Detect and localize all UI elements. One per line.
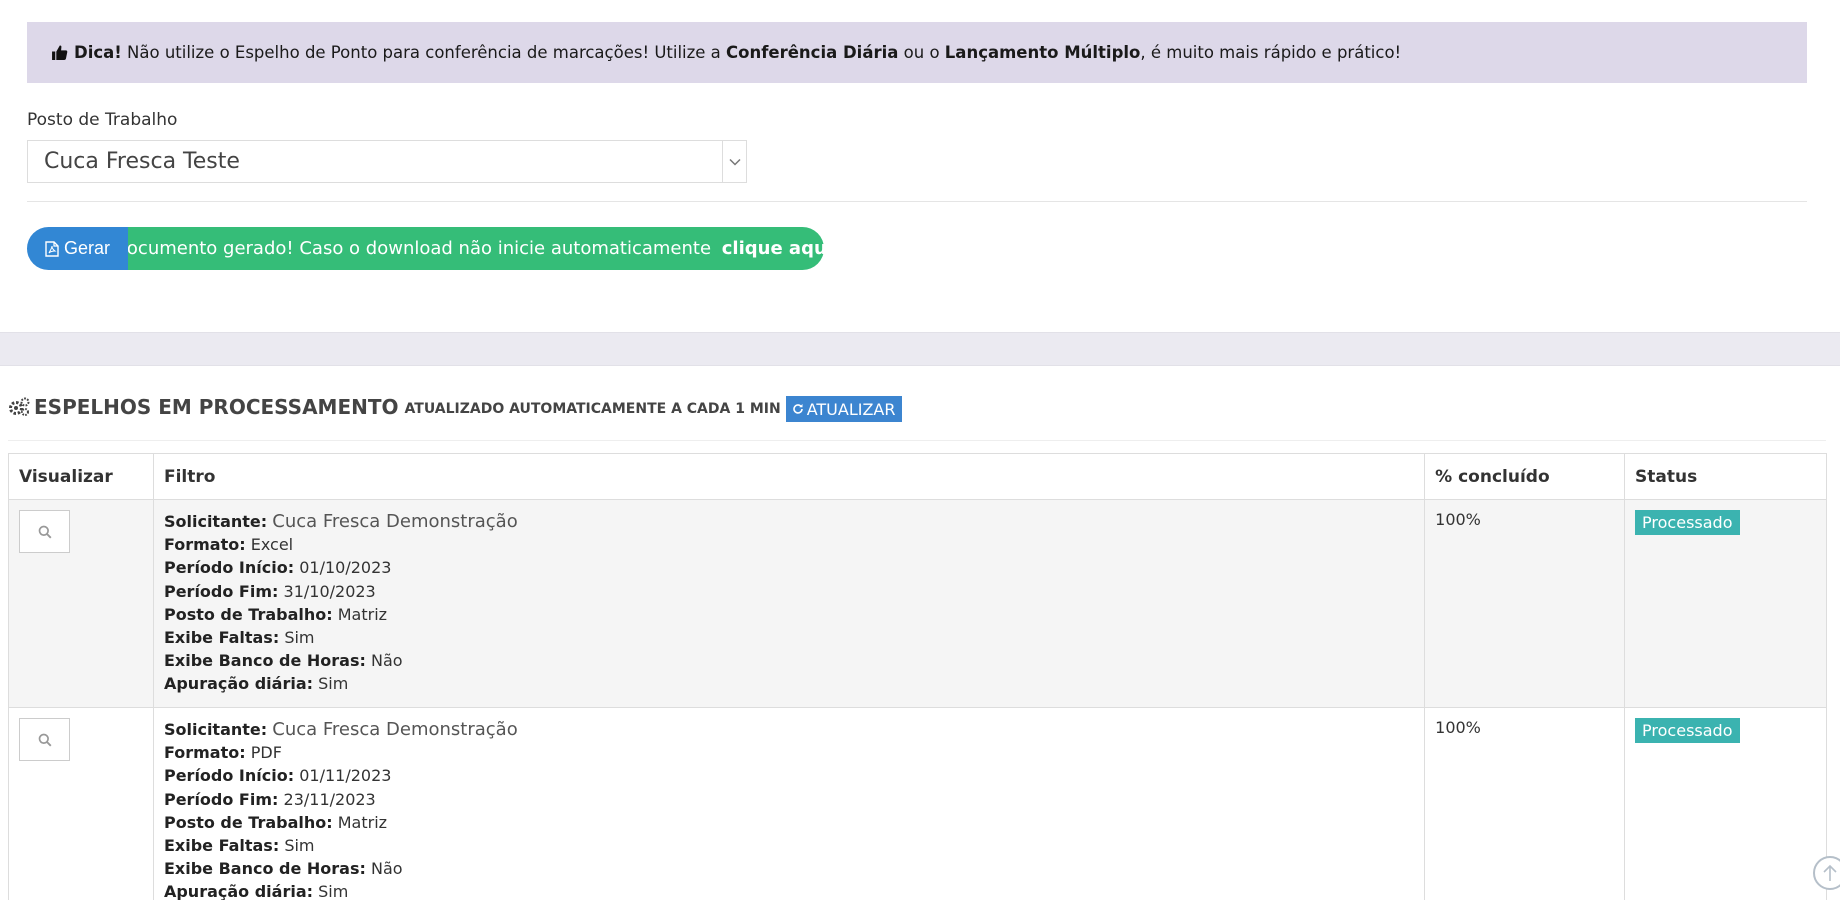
filter-periodo-inicio: Período Início: 01/10/2023 (163, 558, 392, 578)
refresh-icon (792, 404, 803, 414)
processing-table: Visualizar Filtro % concluído Status Sol… (8, 453, 1827, 900)
filter-periodo-fim: Período Fim: 31/10/2023 (163, 581, 376, 601)
tip-text-1: Não utilize o Espelho de Ponto para conf… (121, 43, 727, 62)
filter-apuracao: Apuração diária: Sim (163, 674, 349, 694)
section-separator (0, 332, 1840, 366)
table-header-row: Visualizar Filtro % concluído Status (8, 453, 1827, 500)
tip-text-2: ou o (898, 43, 945, 62)
filter-formato: Formato: Excel (163, 535, 294, 555)
processing-title: ESPELHOS EM PROCESSAMENTO (34, 395, 399, 419)
filter-periodo-inicio: Período Início: 01/11/2023 (163, 766, 392, 786)
filter-solicitante: Solicitante: Cuca Fresca Demonstração (163, 719, 518, 740)
view-button[interactable] (19, 510, 70, 553)
gerar-label: Gerar (63, 238, 110, 258)
divider (27, 201, 1807, 202)
tip-text-3: , é muito mais rápido e prático! (1140, 43, 1402, 62)
tip-label: Dica! (74, 43, 122, 62)
status-cell: Processado (1624, 707, 1827, 900)
tip-banner: Dica! Não utilize o Espelho de Ponto par… (27, 22, 1807, 83)
atualizar-button[interactable]: ATUALIZAR (785, 396, 902, 422)
file-pdf-icon (45, 240, 59, 257)
filter-exibe-banco: Exibe Banco de Horas: Não (163, 651, 403, 671)
atualizar-label: ATUALIZAR (806, 399, 896, 419)
arrow-up-icon (1823, 864, 1837, 881)
search-icon (38, 525, 51, 538)
filter-posto: Posto de Trabalho: Matriz (163, 604, 388, 624)
status-badge: Processado (1635, 718, 1740, 743)
filter-cell: Solicitante: Cuca Fresca Demonstração Fo… (152, 499, 1426, 708)
scroll-top-button[interactable] (1813, 856, 1840, 890)
filter-solicitante: Solicitante: Cuca Fresca Demonstração (163, 511, 518, 532)
view-cell (8, 707, 154, 900)
gears-icon (9, 397, 30, 416)
filter-formato: Formato: PDF (163, 743, 282, 763)
percent-cell: 100% (1424, 499, 1626, 708)
filter-apuracao: Apuração diária: Sim (163, 882, 349, 900)
filter-periodo-fim: Período Fim: 23/11/2023 (163, 789, 376, 809)
status-badge: Processado (1635, 510, 1740, 535)
filter-exibe-banco: Exibe Banco de Horas: Não (163, 859, 403, 879)
column-header-visualizar: Visualizar (8, 453, 154, 500)
status-cell: Processado (1624, 499, 1827, 708)
processing-subtitle: ATUALIZADO AUTOMATICAMENTE A CADA 1 MIN (404, 401, 781, 417)
search-icon (38, 733, 51, 746)
column-header-concluido: % concluído (1424, 453, 1626, 500)
filter-cell: Solicitante: Cuca Fresca Demonstração Fo… (152, 707, 1426, 900)
column-header-status: Status (1624, 453, 1827, 500)
table-row: Solicitante: Cuca Fresca Demonstração Fo… (8, 707, 1827, 900)
posto-label: Posto de Trabalho (27, 110, 178, 130)
tip-link-conferencia: Conferência Diária (726, 43, 899, 62)
thumbs-up-icon (52, 45, 68, 60)
download-text: Documento gerado! Caso o download não in… (113, 238, 717, 259)
table-row: Solicitante: Cuca Fresca Demonstração Fo… (8, 499, 1827, 708)
gerar-button[interactable]: Gerar (27, 227, 128, 270)
divider (8, 440, 1826, 441)
filter-posto: Posto de Trabalho: Matriz (163, 812, 388, 832)
chevron-down-icon[interactable] (722, 141, 746, 182)
filter-exibe-faltas: Exibe Faltas: Sim (163, 836, 315, 856)
column-header-filtro: Filtro (152, 453, 1426, 500)
percent-cell: 100% (1424, 707, 1626, 900)
download-link-button[interactable]: Documento gerado! Caso o download não in… (113, 227, 833, 270)
tip-link-lancamento: Lançamento Múltiplo (944, 43, 1141, 62)
posto-selected-value: Cuca Fresca Teste (44, 149, 240, 174)
filter-exibe-faltas: Exibe Faltas: Sim (163, 628, 315, 648)
download-link[interactable]: clique aqui (722, 238, 833, 259)
processing-header: ESPELHOS EM PROCESSAMENTO ATUALIZADO AUT… (8, 392, 902, 422)
view-cell (8, 499, 154, 708)
posto-select[interactable]: Cuca Fresca Teste (27, 140, 747, 183)
view-button[interactable] (19, 718, 70, 761)
